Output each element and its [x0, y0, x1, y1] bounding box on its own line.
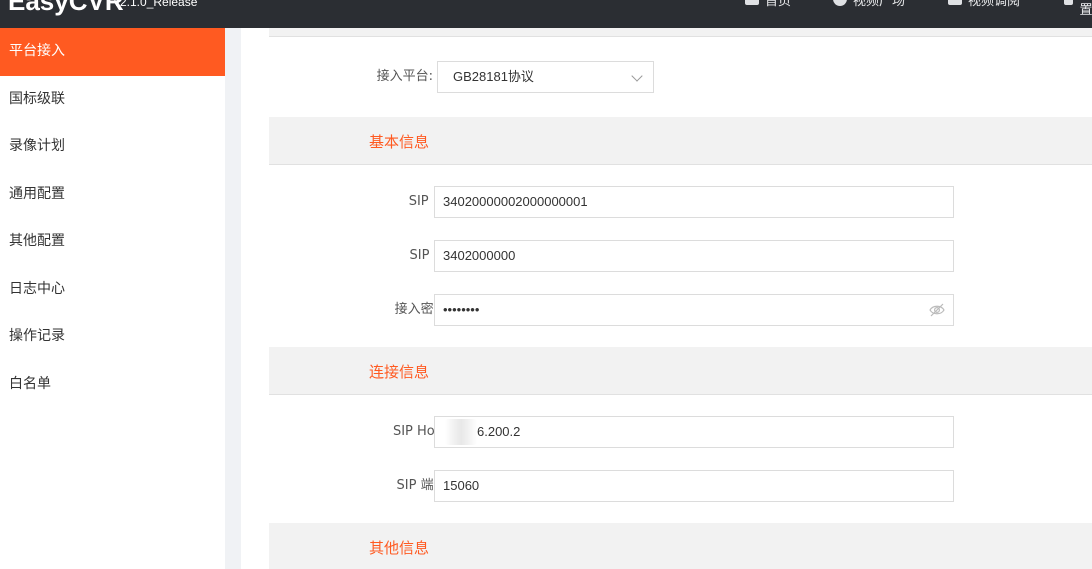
play-circle-icon [833, 0, 847, 6]
redacted-mask [445, 419, 477, 445]
nav-home[interactable]: 首页 [745, 0, 792, 9]
nav-home-label: 首页 [765, 0, 792, 9]
sidebar-item-operation-records[interactable]: 操作记录 [0, 313, 225, 361]
nav-video-review[interactable]: 视频调阅 [948, 0, 1021, 9]
sip-id-input[interactable]: 34020000002000000001 [434, 186, 954, 218]
platform-select[interactable]: GB28181协议 [437, 61, 654, 93]
section-title-connection: 连接信息 [369, 363, 430, 381]
row-sip-domain: SIP 域: 3402000000 [269, 240, 1092, 272]
row-platform: 接入平台: GB28181协议 [269, 61, 1092, 93]
section-bar-top [269, 28, 1092, 37]
platform-label: 接入平台: [376, 69, 433, 84]
sidebar-item-record-plan[interactable]: 录像计划 [0, 123, 225, 171]
row-sip-port: SIP 端口: 15060 [269, 470, 1092, 502]
eye-off-icon[interactable] [929, 303, 945, 317]
row-sip-id: SIP ID: 34020000002000000001 [269, 186, 1092, 218]
sidebar: 平台接入 国标级联 录像计划 通用配置 其他配置 日志中心 操作记录 白名单 [0, 28, 225, 569]
nav-video-square[interactable]: 视频广场 [833, 0, 906, 9]
nav-video-square-label: 视频广场 [853, 0, 906, 9]
home-icon [745, 0, 759, 5]
nav-settings-label: 配置 [1079, 3, 1092, 18]
section-connection-info: 连接信息 [269, 347, 1092, 395]
section-basic-info: 基本信息 [269, 117, 1092, 165]
password-input[interactable]: •••••••• [434, 294, 954, 326]
sidebar-item-whitelist[interactable]: 白名单 [0, 361, 225, 409]
sidebar-item-other-config[interactable]: 其他配置 [0, 218, 225, 266]
sip-host-input[interactable]: 6.200.2 [434, 416, 954, 448]
platform-select-value: GB28181协议 [453, 69, 534, 84]
sidebar-item-general-config[interactable]: 通用配置 [0, 171, 225, 219]
sip-port-input[interactable]: 15060 [434, 470, 954, 502]
version-label: v2.1.0_Release [114, 0, 198, 9]
section-title-other: 其他信息 [369, 539, 430, 557]
chevron-down-icon [631, 70, 643, 82]
sidebar-item-platform-access[interactable]: 平台接入 [0, 28, 225, 76]
password-value: •••••••• [443, 302, 480, 317]
nav-settings[interactable]: 配置 [1064, 0, 1092, 18]
sip-domain-input[interactable]: 3402000000 [434, 240, 954, 272]
settings-icon [1064, 0, 1074, 5]
row-sip-host: SIP Host: 6.200.2 [269, 416, 1092, 448]
sip-host-value: 6.200.2 [477, 424, 521, 439]
top-bar: EasyCVR v2.1.0_Release 首页 视频广场 视频调阅 配置 [0, 0, 1092, 28]
section-other-info: 其他信息 [269, 523, 1092, 569]
grid-icon [948, 0, 962, 5]
main-panel: 接入平台: GB28181协议 基本信息 SIP ID: 34020000002… [241, 28, 1092, 569]
brand-logo[interactable]: EasyCVR [8, 0, 124, 17]
nav-video-review-label: 视频调阅 [968, 0, 1021, 9]
sidebar-item-log-center[interactable]: 日志中心 [0, 266, 225, 314]
row-password: 接入密码: •••••••• [269, 294, 1092, 326]
sidebar-item-gb-cascade[interactable]: 国标级联 [0, 76, 225, 124]
section-title-basic: 基本信息 [369, 133, 430, 151]
